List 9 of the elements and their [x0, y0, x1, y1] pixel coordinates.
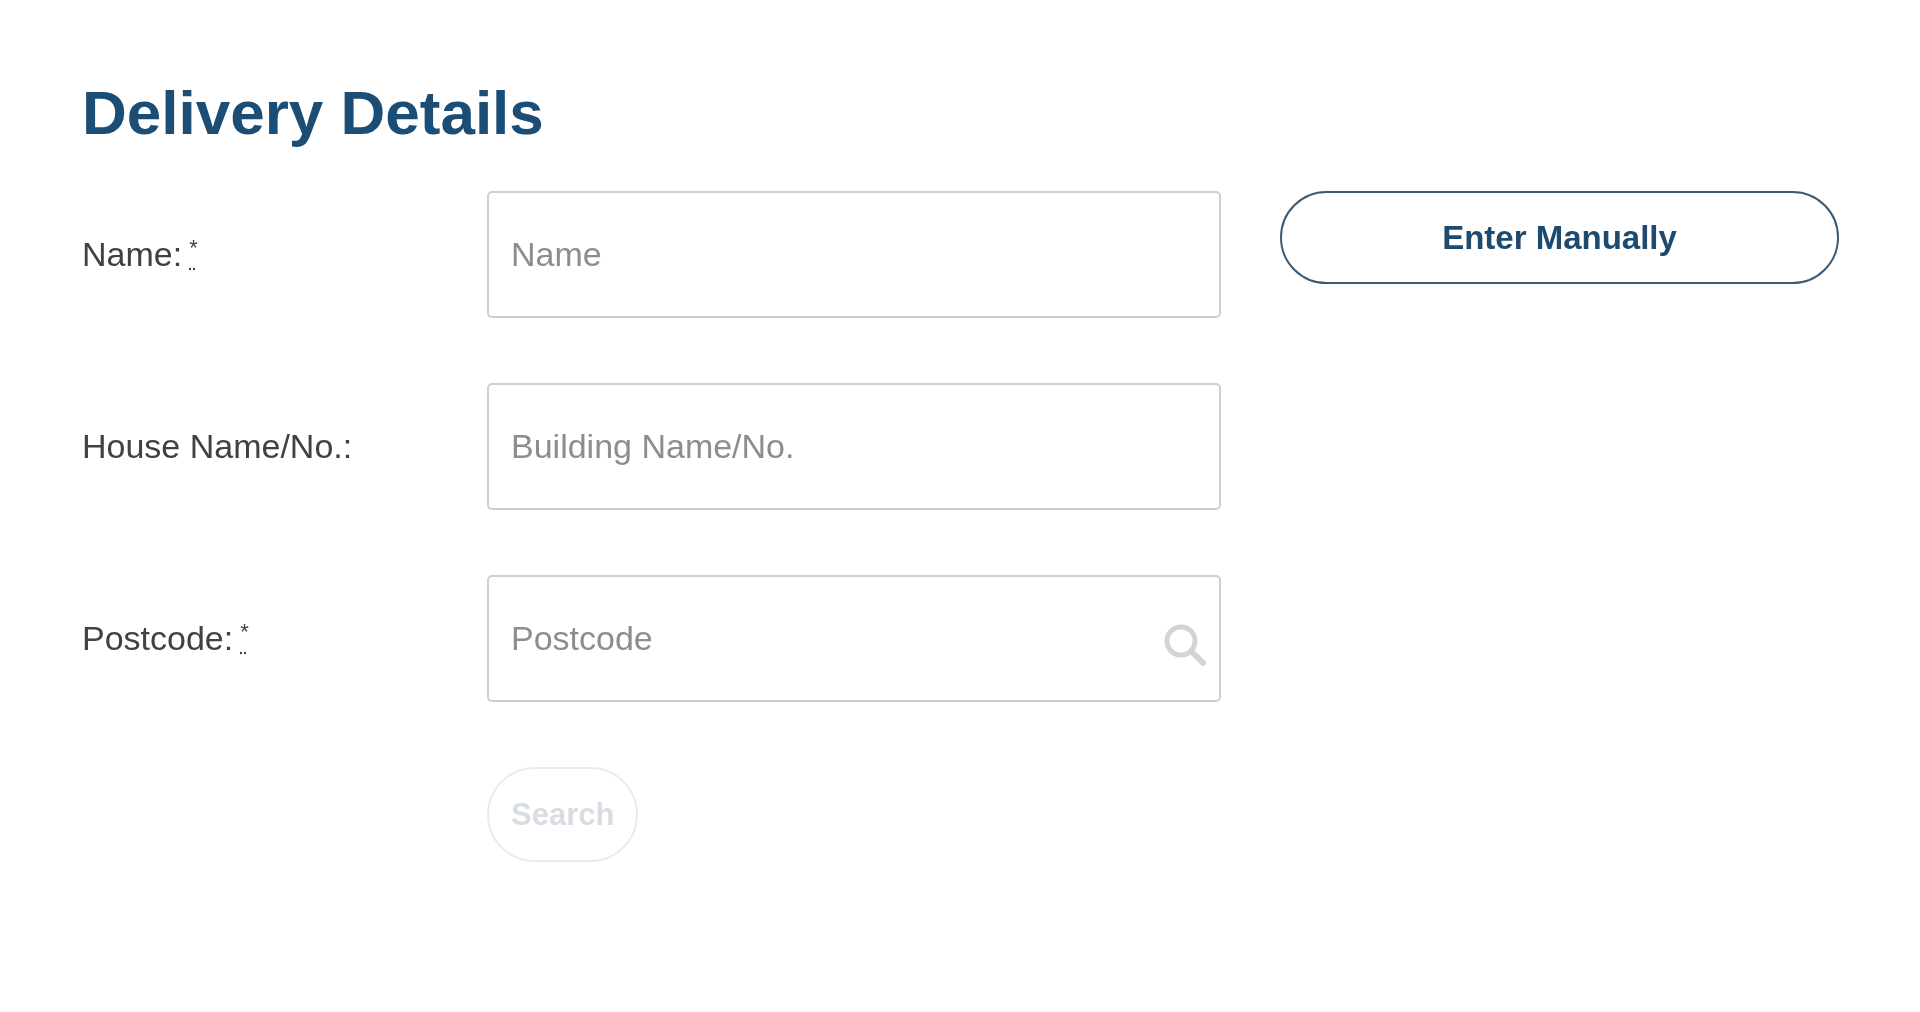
- search-icon: [1163, 623, 1207, 667]
- field-label: Postcode: $^{*}$: [82, 619, 249, 658]
- input-field[interactable]: Name: [487, 191, 1221, 318]
- field-label: Name: $^{*}$: [82, 235, 198, 274]
- field-label: House Name/No.:: [82, 427, 353, 466]
- input-field[interactable]: Building Name/No.: [487, 383, 1221, 510]
- input-field[interactable]: Postcode: [487, 575, 1221, 702]
- enter-manually-button[interactable]: Enter Manually: [1280, 191, 1839, 284]
- page-title: Delivery Details: [82, 77, 544, 149]
